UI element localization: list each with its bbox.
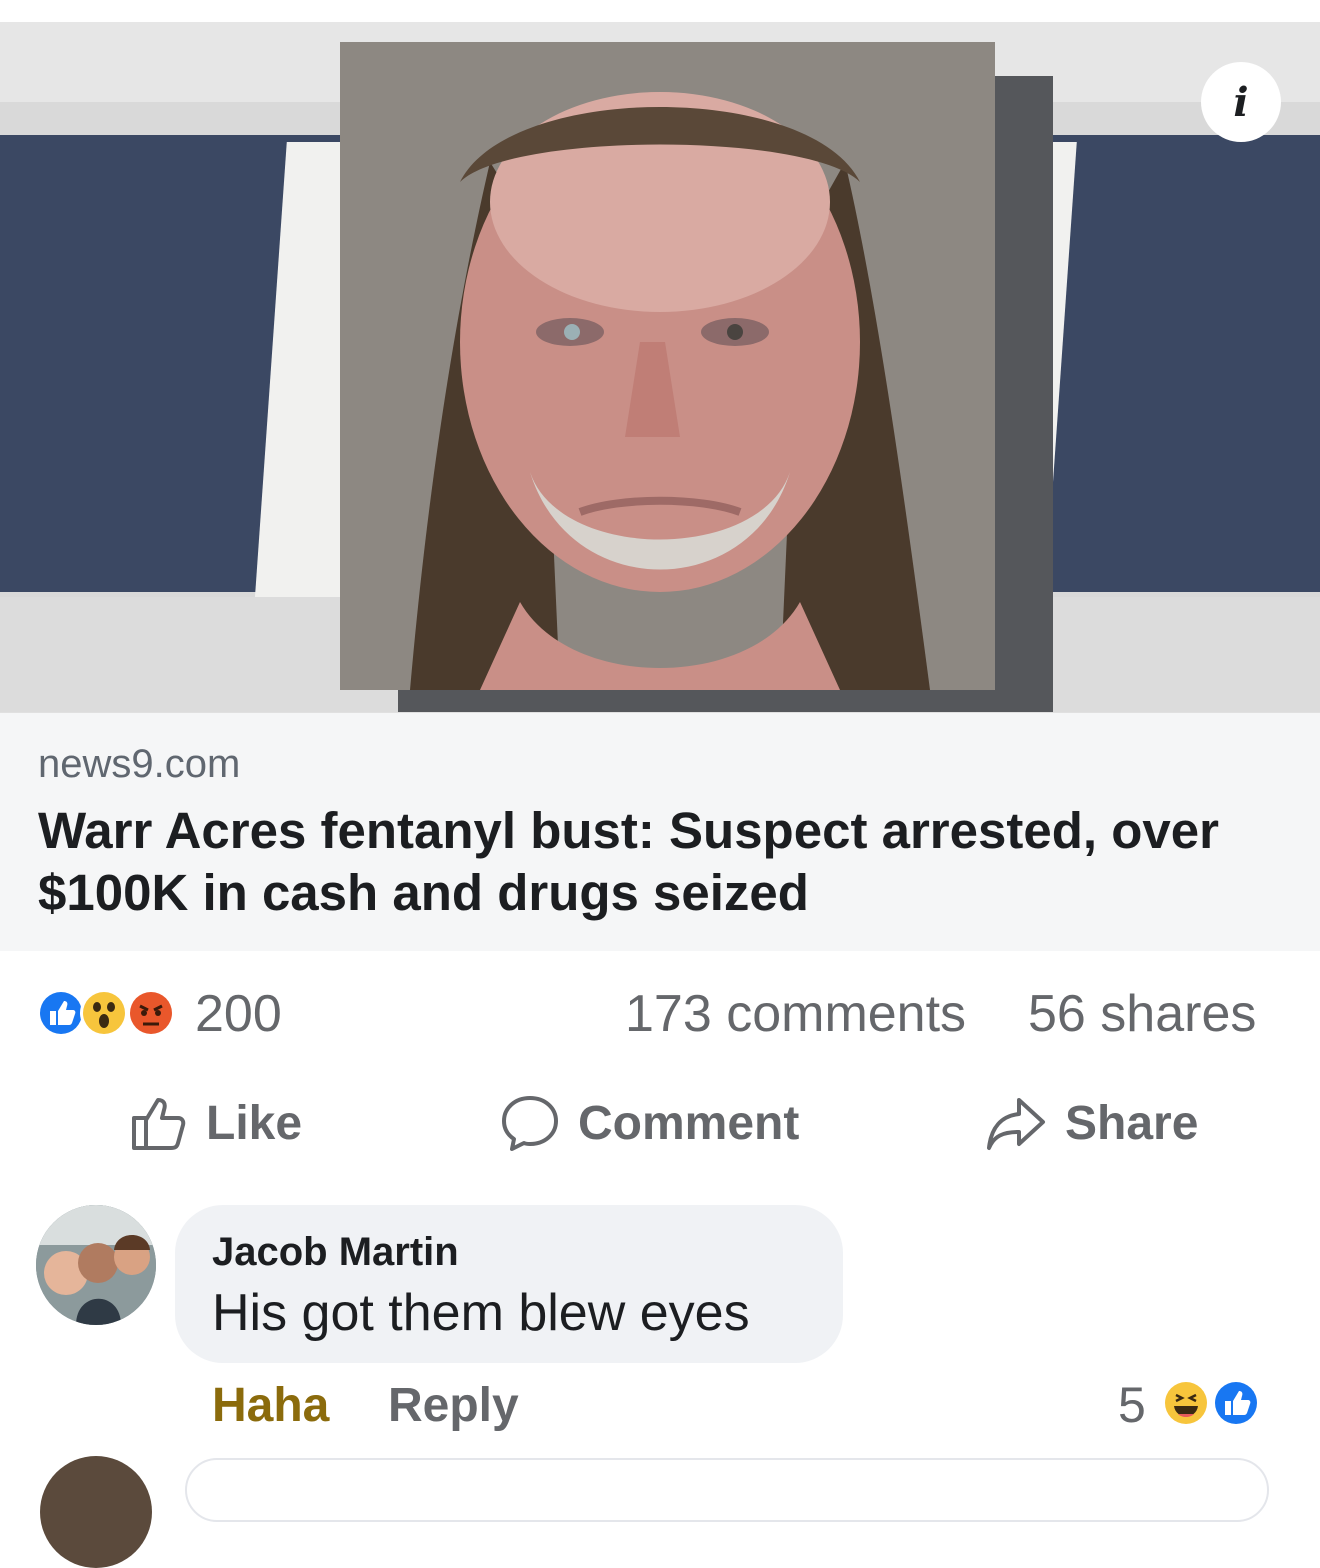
shares-count[interactable]: 56 shares [1028,984,1256,1044]
like-label: Like [206,1096,303,1150]
next-comment-avatar[interactable] [40,1456,152,1568]
reaction-count[interactable]: 200 [195,984,282,1044]
mugshot-photo [340,42,995,690]
thumbs-up-icon [132,1098,186,1150]
share-label: Share [1065,1096,1199,1150]
link-headline[interactable]: Warr Acres fentanyl bust: Suspect arrest… [38,800,1278,924]
comments-count[interactable]: 173 comments [625,984,966,1044]
info-icon[interactable]: i [1201,62,1281,142]
angry-icon [127,989,175,1037]
comment-button[interactable]: Comment [500,1088,799,1158]
like-button[interactable]: Like [130,1088,302,1158]
comment-reaction-count[interactable]: 5 [1118,1376,1146,1434]
like-icon [37,989,85,1037]
like-icon [1212,1379,1260,1427]
haha-reaction-button[interactable]: Haha [212,1378,329,1433]
reaction-icons[interactable] [36,988,186,1038]
link-preview-image[interactable] [0,22,1320,712]
avatar[interactable] [36,1205,156,1325]
comment-text: His got them blew eyes [212,1284,750,1342]
share-arrow-icon [987,1098,1045,1150]
haha-icon [1162,1379,1210,1427]
comment-label: Comment [578,1096,800,1150]
wow-icon [80,989,128,1037]
reply-button[interactable]: Reply [388,1378,519,1433]
comment-bubble-icon [502,1096,558,1151]
comment-author[interactable]: Jacob Martin [212,1230,459,1275]
link-domain: news9.com [38,742,241,786]
comment-reaction-icons[interactable] [1160,1378,1262,1428]
next-comment-bubble[interactable] [185,1458,1269,1522]
share-button[interactable]: Share [985,1088,1198,1158]
top-divider [0,0,1320,23]
